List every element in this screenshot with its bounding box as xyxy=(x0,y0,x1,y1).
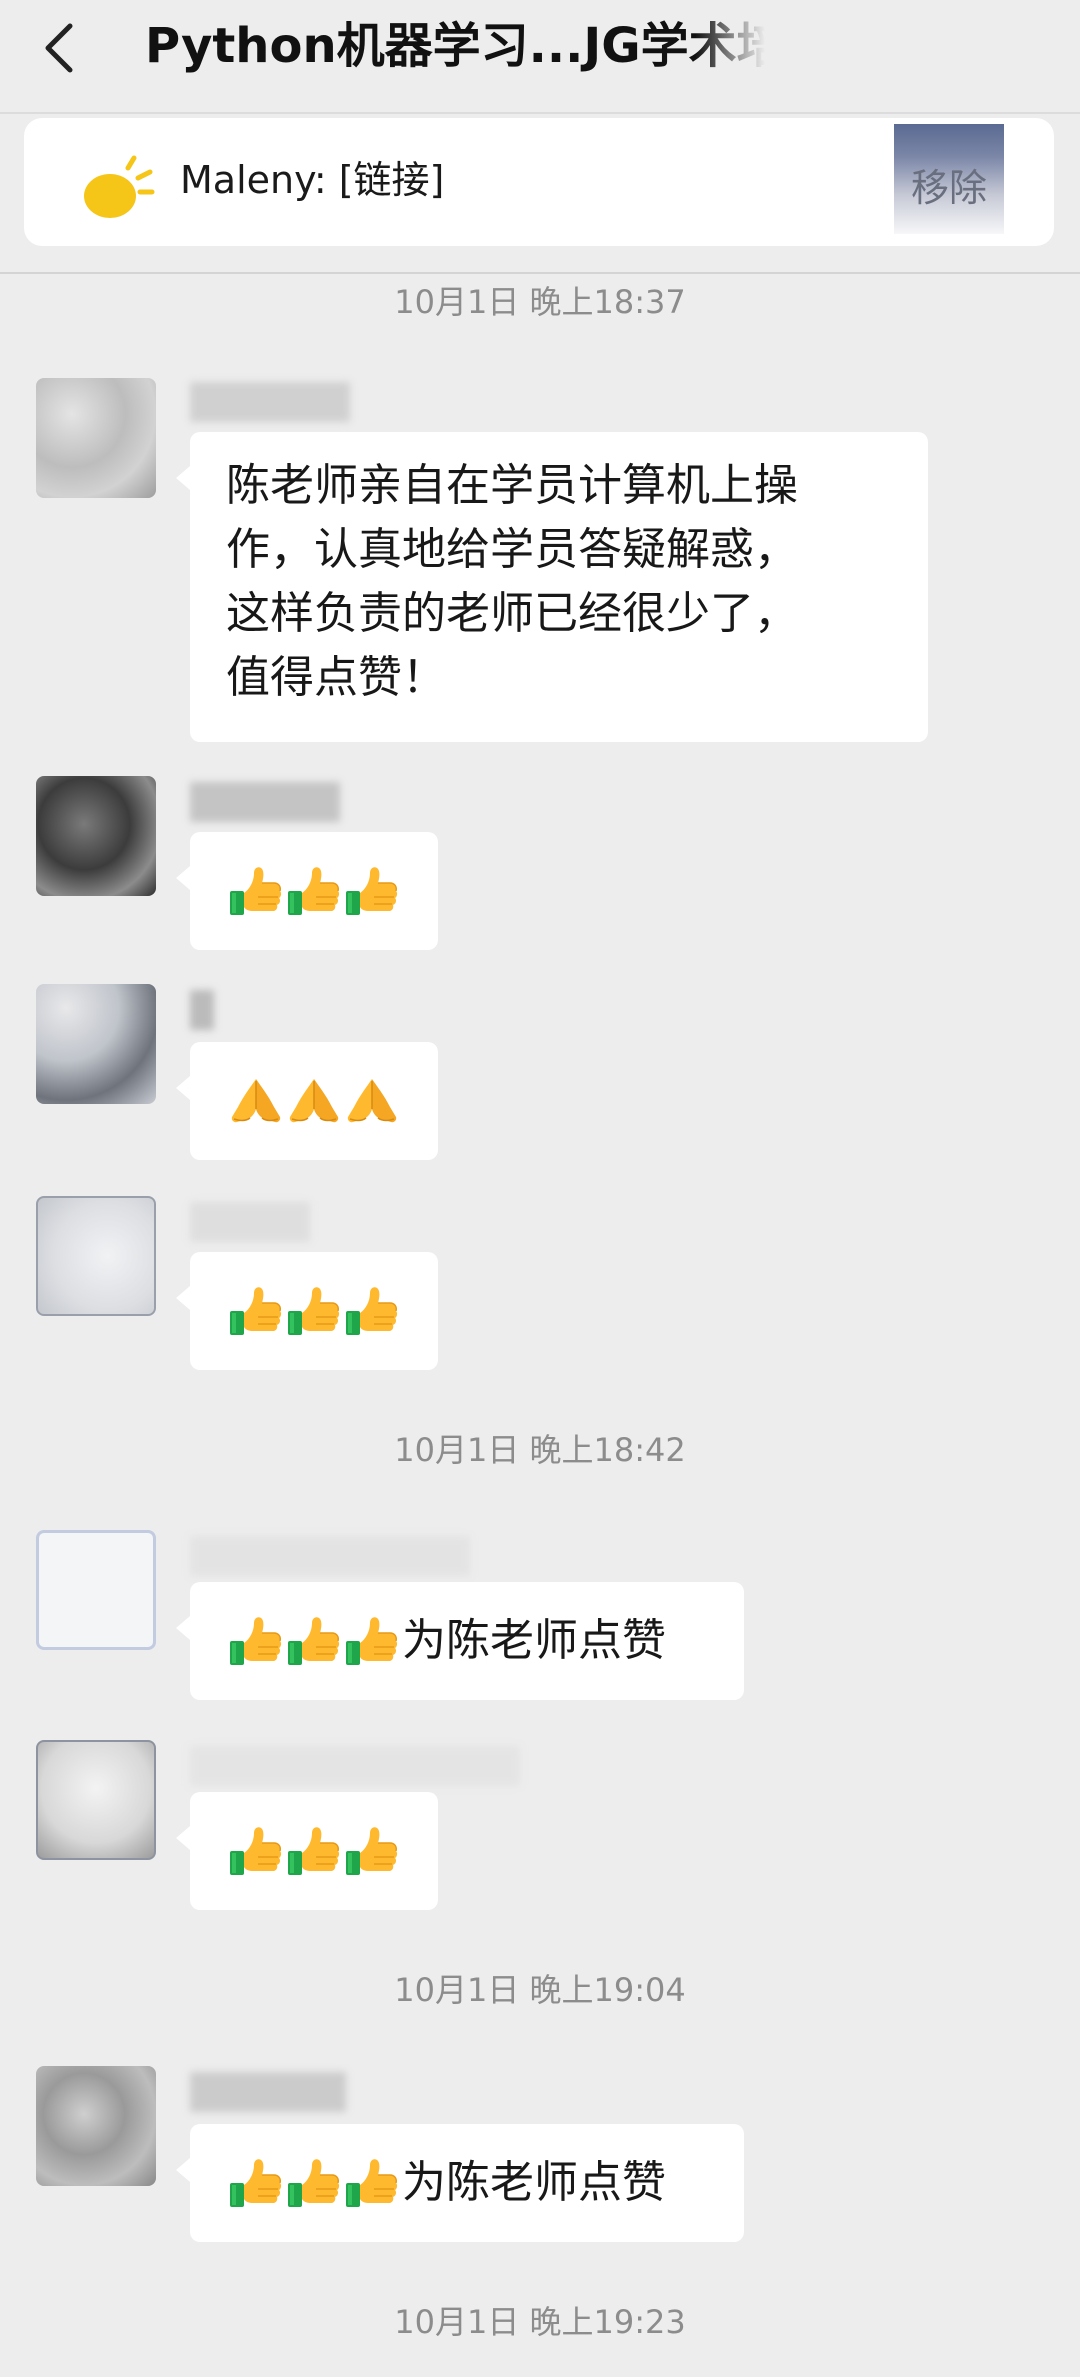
bubble-tail xyxy=(176,466,190,490)
sender-name-blurred xyxy=(190,782,340,822)
avatar[interactable] xyxy=(36,1740,156,1860)
remove-pinned-button[interactable]: 移除 xyxy=(894,124,1004,234)
bubble-tail xyxy=(176,1616,190,1640)
thumbs-up-icon xyxy=(228,863,284,919)
timestamp: 10月1日 晚上19:04 xyxy=(394,1971,686,2009)
thumbs-up-icon xyxy=(286,863,342,919)
bubble-tail xyxy=(176,1826,190,1850)
thumbs-up-icon xyxy=(344,1613,400,1669)
folded-hands-icon xyxy=(286,1073,342,1129)
emoji-row: 为陈老师点赞 xyxy=(228,2136,706,2230)
thumbs-up-icon xyxy=(286,2155,342,2211)
emoji-row: 为陈老师点赞 xyxy=(228,1594,706,1688)
sender-name-blurred xyxy=(190,382,350,422)
timestamp: 10月1日 晚上19:23 xyxy=(394,2303,686,2341)
folded-hands-icon xyxy=(228,1073,284,1129)
message-bubble[interactable]: 为陈老师点赞 xyxy=(176,1582,744,1700)
message-bubble[interactable]: 为陈老师点赞 xyxy=(176,2124,744,2242)
thumbs-up-icon xyxy=(344,2155,400,2211)
sender-name-blurred xyxy=(190,2072,346,2112)
thumbs-up-icon xyxy=(344,863,400,919)
folded-hands-icon xyxy=(344,1073,400,1129)
emoji-row xyxy=(228,1804,400,1898)
thumbs-up-icon xyxy=(286,1823,342,1879)
avatar[interactable] xyxy=(36,984,156,1104)
header-divider xyxy=(0,272,1080,274)
message-bubble[interactable] xyxy=(176,1042,438,1160)
thumbs-up-icon xyxy=(228,2155,284,2211)
bubble-tail xyxy=(176,866,190,890)
chat-title-text: Python机器学习...JG学术培训 xyxy=(145,18,765,74)
pinned-message-bar[interactable]: Maleny: [链接] 移除 xyxy=(24,118,1054,246)
sender-name-blurred xyxy=(190,1202,310,1242)
message-line: 这样负责的老师已经很少了， xyxy=(226,588,798,639)
thumbs-up-icon xyxy=(344,1283,400,1339)
title-fade xyxy=(695,14,765,78)
timestamp: 10月1日 晚上18:37 xyxy=(394,283,686,321)
message-text: 为陈老师点赞 xyxy=(402,2157,666,2208)
message-line: 陈老师亲自在学员计算机上操 xyxy=(226,460,798,511)
message-bubble[interactable] xyxy=(176,1792,438,1910)
message-line: 值得点赞！ xyxy=(226,652,446,703)
bubble-tail xyxy=(176,2158,190,2182)
sender-name-blurred xyxy=(190,990,214,1030)
avatar[interactable] xyxy=(36,378,156,498)
avatar[interactable] xyxy=(36,2066,156,2186)
message-bubble[interactable] xyxy=(176,832,438,950)
chat-header: Python机器学习...JG学术培训 xyxy=(0,0,1080,114)
thumbs-up-icon xyxy=(228,1283,284,1339)
message-line: 作，认真地给学员答疑解惑， xyxy=(226,524,798,575)
message-text: 为陈老师点赞 xyxy=(402,1615,666,1666)
bubble-tail xyxy=(176,1076,190,1100)
thumbs-up-icon xyxy=(344,1823,400,1879)
avatar[interactable] xyxy=(36,1196,156,1316)
sun-icon xyxy=(68,146,168,226)
thumbs-up-icon xyxy=(286,1283,342,1339)
emoji-row xyxy=(228,1264,400,1358)
sender-name-blurred xyxy=(190,1536,470,1576)
message-bubble[interactable]: 陈老师亲自在学员计算机上操 作，认真地给学员答疑解惑， 这样负责的老师已经很少了… xyxy=(176,432,928,742)
bubble-tail xyxy=(176,1286,190,1310)
pinned-message-text: Maleny: [链接] xyxy=(180,158,445,202)
message-bubble[interactable] xyxy=(176,1252,438,1370)
avatar[interactable] xyxy=(36,1530,156,1650)
thumbs-up-icon xyxy=(228,1613,284,1669)
thumbs-up-icon xyxy=(228,1823,284,1879)
back-arrow-icon[interactable] xyxy=(38,20,82,76)
thumbs-up-icon xyxy=(286,1613,342,1669)
emoji-row xyxy=(228,1054,400,1148)
avatar[interactable] xyxy=(36,776,156,896)
timestamp: 10月1日 晚上18:42 xyxy=(394,1431,686,1469)
emoji-row xyxy=(228,844,400,938)
chat-title: Python机器学习...JG学术培训 xyxy=(145,14,765,78)
sender-name-blurred xyxy=(190,1746,520,1786)
